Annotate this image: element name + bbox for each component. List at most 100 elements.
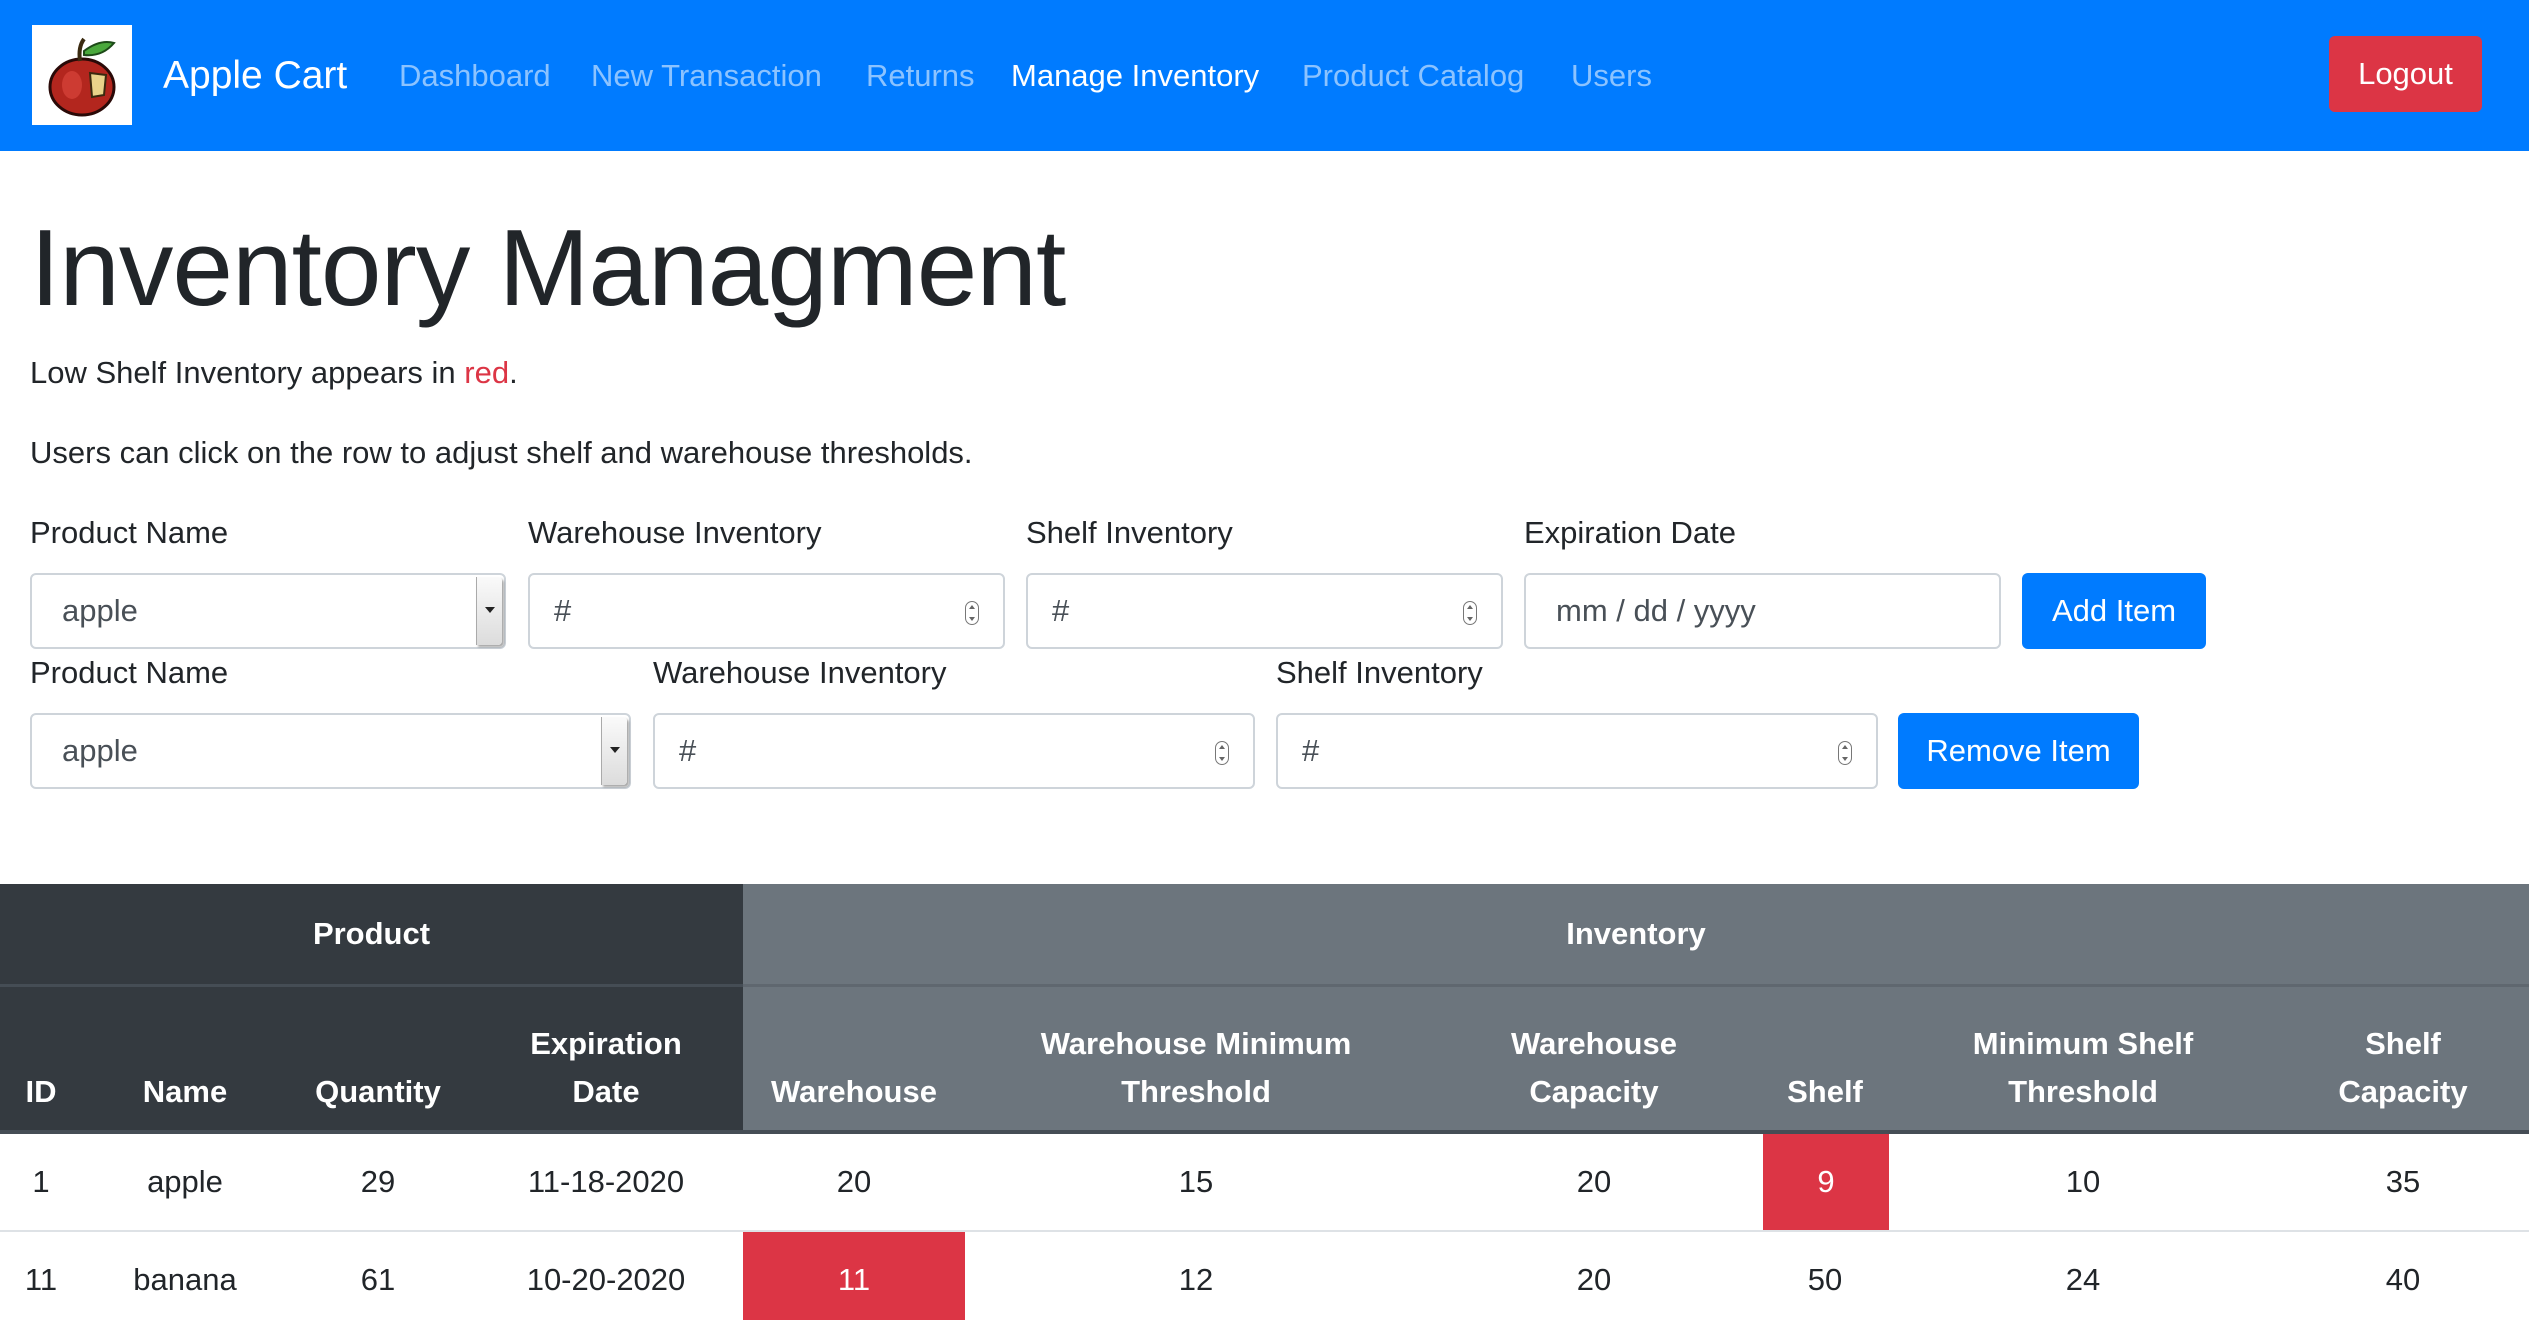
note-period: . bbox=[509, 355, 518, 390]
column-header-shelf-min[interactable]: Minimum Shelf Threshold bbox=[1918, 1002, 2248, 1116]
column-header-text: Quantity bbox=[315, 1068, 441, 1116]
add-expiration-input[interactable]: mm / dd / yyyy bbox=[1524, 573, 2001, 649]
column-header-shelf-cap[interactable]: Shelf Capacity bbox=[2293, 1002, 2513, 1116]
cell-expiration: 11-18-2020 bbox=[527, 1164, 685, 1199]
column-header-text: Warehouse Minimum Threshold bbox=[1041, 1020, 1352, 1116]
column-header-warehouse[interactable]: Warehouse bbox=[744, 1002, 964, 1116]
column-header-quantity[interactable]: Quantity bbox=[288, 1002, 468, 1116]
add-warehouse-placeholder: # bbox=[554, 593, 572, 628]
column-header-wh-cap[interactable]: Warehouse Capacity bbox=[1464, 1002, 1724, 1116]
nav-users[interactable]: Users bbox=[1571, 52, 1652, 100]
column-header-line: Quantity bbox=[315, 1074, 441, 1109]
column-header-text: Name bbox=[143, 1068, 227, 1116]
add-expiration-label: Expiration Date bbox=[1524, 515, 1736, 550]
nav-dashboard[interactable]: Dashboard bbox=[399, 52, 551, 100]
cell-wh-cap: 20 bbox=[1576, 1164, 1612, 1199]
cell-shelf-min: 10 bbox=[2065, 1164, 2101, 1199]
nav-manage-inventory[interactable]: Manage Inventory bbox=[1011, 52, 1259, 100]
column-header-line: Warehouse Minimum bbox=[1040, 1026, 1352, 1061]
cell-shelf: 9 bbox=[1763, 1134, 1889, 1230]
add-shelf-input[interactable]: # bbox=[1026, 573, 1503, 649]
column-header-line: Warehouse bbox=[771, 1074, 937, 1109]
cell-wh-min: 12 bbox=[1178, 1262, 1214, 1297]
remove-warehouse-input[interactable]: # bbox=[653, 713, 1255, 789]
cell-quantity: 61 bbox=[360, 1262, 396, 1297]
column-header-shelf[interactable]: Shelf bbox=[1760, 1002, 1890, 1116]
number-spinner-icon[interactable] bbox=[1838, 741, 1852, 765]
add-product-select[interactable]: apple bbox=[30, 573, 506, 649]
dropdown-arrow-icon[interactable] bbox=[601, 717, 627, 785]
remove-warehouse-placeholder: # bbox=[679, 733, 697, 768]
column-header-line: Date bbox=[572, 1074, 640, 1109]
add-product-label: Product Name bbox=[30, 515, 229, 550]
column-header-name[interactable]: Name bbox=[95, 1002, 275, 1116]
add-shelf-label: Shelf Inventory bbox=[1026, 515, 1233, 550]
column-header-wh-min[interactable]: Warehouse Minimum Threshold bbox=[996, 1002, 1396, 1116]
logout-button[interactable]: Logout bbox=[2329, 36, 2482, 112]
table-group-inventory: Inventory bbox=[743, 884, 2529, 984]
dropdown-arrow-icon[interactable] bbox=[476, 577, 502, 645]
add-warehouse-input[interactable]: # bbox=[528, 573, 1005, 649]
nav-new-transaction[interactable]: New Transaction bbox=[591, 52, 822, 100]
column-header-line: ID bbox=[25, 1074, 57, 1109]
remove-product-select[interactable]: apple bbox=[30, 713, 631, 789]
column-header-line: Minimum Shelf bbox=[1972, 1026, 2194, 1061]
number-spinner-icon[interactable] bbox=[1215, 741, 1229, 765]
page-title: Inventory Managment bbox=[30, 207, 1066, 329]
column-header-line: Shelf bbox=[1787, 1074, 1863, 1109]
nav-returns[interactable]: Returns bbox=[866, 52, 975, 100]
add-product-value: apple bbox=[62, 593, 138, 628]
column-header-text: Shelf Capacity bbox=[2338, 1020, 2467, 1116]
remove-shelf-placeholder: # bbox=[1302, 733, 1320, 768]
column-header-line: Threshold bbox=[1121, 1074, 1271, 1109]
cell-name: banana bbox=[133, 1262, 237, 1297]
remove-product-label: Product Name bbox=[30, 655, 229, 690]
column-header-text: ID bbox=[26, 1068, 57, 1116]
nav-product-catalog[interactable]: Product Catalog bbox=[1302, 52, 1524, 100]
note-text: Low Shelf Inventory appears in bbox=[30, 355, 465, 390]
column-header-text: Warehouse Capacity bbox=[1511, 1020, 1677, 1116]
table-group-product: Product bbox=[0, 884, 743, 984]
column-header-text: Expiration Date bbox=[530, 1020, 682, 1116]
column-header-id[interactable]: ID bbox=[5, 1002, 77, 1116]
cell-shelf-cap: 40 bbox=[2385, 1262, 2421, 1297]
remove-product-value: apple bbox=[62, 733, 138, 768]
number-spinner-icon[interactable] bbox=[1463, 601, 1477, 625]
add-expiration-placeholder: mm / dd / yyyy bbox=[1556, 593, 1756, 628]
cell-wh-cap: 20 bbox=[1576, 1262, 1612, 1297]
brand-name[interactable]: Apple Cart bbox=[163, 50, 347, 102]
add-warehouse-label: Warehouse Inventory bbox=[528, 515, 822, 550]
cell-id: 11 bbox=[24, 1262, 58, 1297]
add-shelf-placeholder: # bbox=[1052, 593, 1070, 628]
cell-name: apple bbox=[147, 1164, 223, 1199]
apple-logo[interactable] bbox=[32, 25, 132, 125]
cell-shelf: 50 bbox=[1807, 1262, 1843, 1297]
remove-item-button[interactable]: Remove Item bbox=[1898, 713, 2139, 789]
navbar: Apple Cart Dashboard New Transaction Ret… bbox=[0, 0, 2529, 151]
remove-shelf-label: Shelf Inventory bbox=[1276, 655, 1483, 690]
remove-warehouse-label: Warehouse Inventory bbox=[653, 655, 947, 690]
column-header-line: Warehouse bbox=[1511, 1026, 1677, 1061]
cell-quantity: 29 bbox=[360, 1164, 396, 1199]
column-header-line: Shelf bbox=[2365, 1026, 2441, 1061]
column-header-line: Threshold bbox=[2008, 1074, 2158, 1109]
cell-warehouse: 20 bbox=[836, 1164, 872, 1199]
column-header-text: Warehouse bbox=[771, 1068, 937, 1116]
cell-shelf-cap: 35 bbox=[2385, 1164, 2421, 1199]
cell-expiration: 10-20-2020 bbox=[526, 1262, 686, 1297]
remove-shelf-input[interactable]: # bbox=[1276, 713, 1878, 789]
cell-id: 1 bbox=[32, 1164, 50, 1199]
column-header-line: Capacity bbox=[2338, 1074, 2468, 1109]
add-item-button[interactable]: Add Item bbox=[2022, 573, 2206, 649]
note-red-word: red bbox=[464, 355, 510, 390]
column-header-text: Minimum Shelf Threshold bbox=[1973, 1020, 2193, 1116]
cell-wh-min: 15 bbox=[1178, 1164, 1214, 1199]
low-inventory-note: Low Shelf Inventory appears in red. bbox=[30, 351, 518, 395]
instruction-text: Users can click on the row to adjust she… bbox=[30, 435, 973, 470]
number-spinner-icon[interactable] bbox=[965, 601, 979, 625]
cell-shelf-min: 24 bbox=[2065, 1262, 2101, 1297]
column-header-line: Expiration bbox=[530, 1026, 682, 1061]
column-header-line: Capacity bbox=[1529, 1074, 1659, 1109]
column-header-text: Shelf bbox=[1787, 1068, 1863, 1116]
column-header-expiration[interactable]: Expiration Date bbox=[506, 1002, 706, 1116]
